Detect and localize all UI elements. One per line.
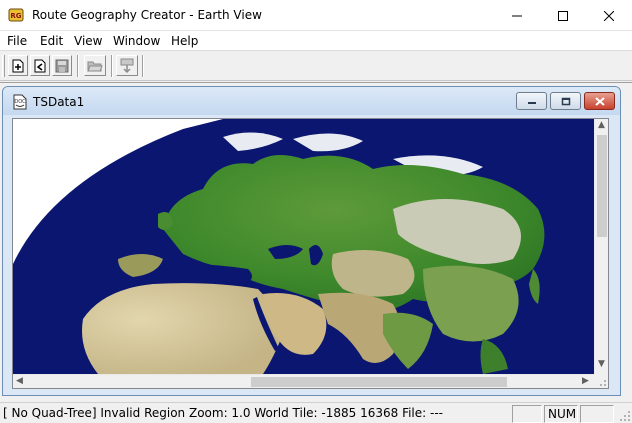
new-document-button[interactable] xyxy=(8,55,28,76)
toolbar-separator xyxy=(77,55,79,77)
close-icon xyxy=(604,10,614,21)
child-window-title: TSData1 xyxy=(33,95,85,109)
new-document-icon xyxy=(12,59,24,72)
child-minimize-button[interactable] xyxy=(516,92,547,110)
toolbar xyxy=(0,52,632,81)
earth-map[interactable] xyxy=(13,119,596,374)
restore-icon xyxy=(561,97,570,105)
menu-view[interactable]: View xyxy=(74,34,102,48)
new-route-button[interactable] xyxy=(30,55,50,76)
status-bar: [ No Quad-Tree] Invalid Region Zoom: 1.0… xyxy=(0,402,632,423)
app-icon: RG xyxy=(8,7,24,23)
status-pane-empty xyxy=(512,405,542,423)
maximize-icon xyxy=(558,10,568,21)
minimize-icon xyxy=(527,102,536,104)
menu-window[interactable]: Window xyxy=(113,34,160,48)
earth-map-image xyxy=(13,119,596,374)
scroll-corner-grip[interactable] xyxy=(594,374,608,388)
vertical-scrollbar[interactable]: ▲ ▼ xyxy=(594,119,608,374)
svg-text:RG: RG xyxy=(10,12,21,20)
close-button[interactable] xyxy=(586,0,632,31)
scroll-down-icon[interactable]: ▼ xyxy=(598,359,605,369)
save-button[interactable] xyxy=(52,55,72,76)
status-pane-num: NUM xyxy=(544,405,578,423)
save-icon xyxy=(55,59,69,72)
menu-help[interactable]: Help xyxy=(171,34,198,48)
child-restore-button[interactable] xyxy=(550,92,581,110)
menu-file[interactable]: File xyxy=(7,34,27,48)
menu-edit[interactable]: Edit xyxy=(40,34,63,48)
doc-icon: DOC xyxy=(12,94,28,110)
export-icon xyxy=(120,58,134,73)
menu-bar: File Edit View Window Help xyxy=(0,31,632,51)
vertical-scroll-thumb[interactable] xyxy=(597,135,607,237)
scroll-right-icon[interactable]: ▶ xyxy=(582,376,589,386)
window-title: Route Geography Creator - Earth View xyxy=(32,8,262,22)
child-window-tsdata1: DOC TSData1 ▲ ▼ ◀ ▶ xyxy=(2,86,621,396)
scroll-left-icon[interactable]: ◀ xyxy=(16,376,23,386)
close-icon xyxy=(594,96,605,106)
open-folder-button[interactable] xyxy=(84,55,106,76)
size-grip-icon xyxy=(600,380,606,386)
map-viewport[interactable]: ▲ ▼ ◀ ▶ xyxy=(12,118,609,389)
size-grip-icon[interactable] xyxy=(619,410,631,422)
mdi-client-area: DOC TSData1 ▲ ▼ ◀ ▶ xyxy=(0,82,632,400)
minimize-icon xyxy=(512,15,522,16)
status-pane-scroll xyxy=(580,405,614,423)
maximize-button[interactable] xyxy=(540,0,586,31)
open-folder-icon xyxy=(87,61,103,71)
horizontal-scroll-thumb[interactable] xyxy=(251,377,507,387)
svg-text:DOC: DOC xyxy=(14,99,26,105)
horizontal-scrollbar[interactable]: ◀ ▶ xyxy=(13,374,596,388)
scroll-up-icon[interactable]: ▲ xyxy=(598,120,605,130)
child-title-bar[interactable]: DOC TSData1 xyxy=(3,87,620,115)
minimize-button[interactable] xyxy=(494,0,540,31)
toolbar-grip[interactable] xyxy=(2,55,5,77)
toolbar-separator xyxy=(142,55,144,77)
export-button[interactable] xyxy=(116,55,138,76)
child-close-button[interactable] xyxy=(584,92,615,110)
title-bar: RG Route Geography Creator - Earth View xyxy=(0,0,632,31)
new-route-icon xyxy=(34,59,46,72)
status-text: [ No Quad-Tree] Invalid Region Zoom: 1.0… xyxy=(3,406,443,420)
toolbar-separator xyxy=(111,55,113,77)
